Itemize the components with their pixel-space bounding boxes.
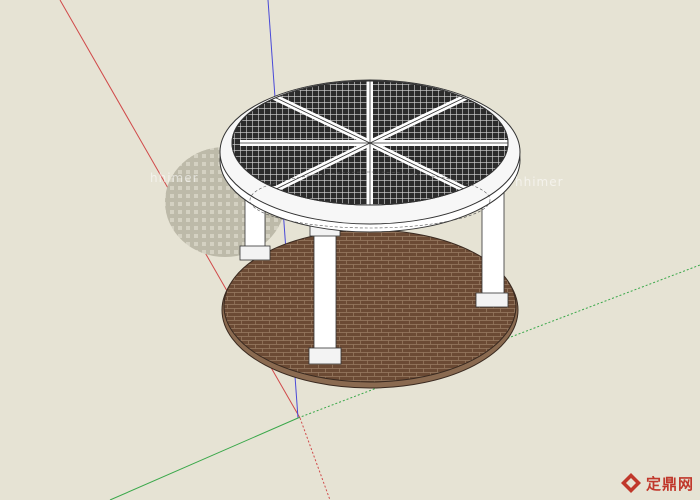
logo-text: 定鼎网	[645, 474, 694, 493]
site-logo: 定鼎网	[620, 472, 694, 494]
3d-scene[interactable]: hhimer hhimer	[0, 0, 700, 500]
pergola-roof	[219, 79, 521, 233]
red-axis-negative	[299, 417, 331, 500]
watermark-left: hhimer	[150, 171, 199, 185]
column-front	[308, 225, 342, 365]
sketchup-viewport[interactable]: hhimer hhimer 定鼎网	[0, 0, 700, 500]
logo-diamond-icon	[620, 473, 641, 493]
green-axis	[109, 417, 299, 500]
watermark-right: hhimer	[515, 175, 564, 189]
